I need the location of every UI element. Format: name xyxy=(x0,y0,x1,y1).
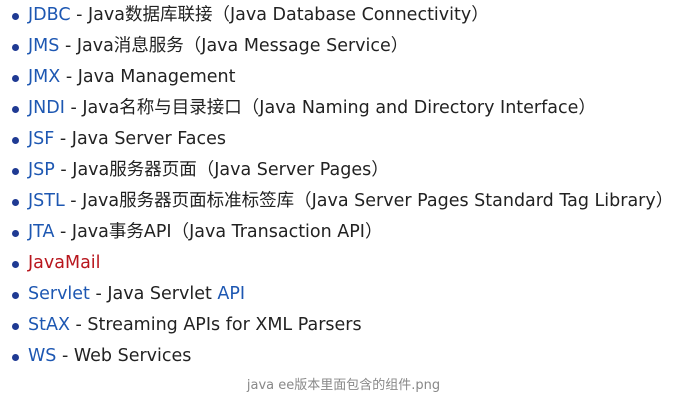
separator: - xyxy=(54,222,72,242)
component-list: JDBC - Java数据库联接（Java Database Connectiv… xyxy=(10,0,680,372)
bullet-icon xyxy=(12,199,19,206)
bullet-icon xyxy=(12,13,19,20)
list-item: JDBC - Java数据库联接（Java Database Connectiv… xyxy=(10,0,680,31)
term-link[interactable]: JSP xyxy=(28,160,55,180)
bullet-icon xyxy=(12,292,19,299)
item-description: Java名称与目录接口（Java Naming and Directory In… xyxy=(82,98,596,118)
bullet-icon xyxy=(12,323,19,330)
list-item: JSTL - Java服务器页面标准标签库（Java Server Pages … xyxy=(10,186,680,217)
list-item: JSP - Java服务器页面（Java Server Pages） xyxy=(10,155,680,186)
separator: - xyxy=(54,160,73,180)
bullet-icon xyxy=(12,106,19,113)
term-link[interactable]: WS xyxy=(28,346,56,366)
term-link[interactable]: JDBC xyxy=(28,5,71,25)
list-item: JMX - Java Management xyxy=(10,62,680,93)
item-description: Web Services xyxy=(73,346,192,366)
item-description: Java消息服务（Java Message Service） xyxy=(76,36,409,56)
bullet-icon xyxy=(12,75,19,82)
term-link[interactable]: JNDI xyxy=(28,98,65,118)
separator: - xyxy=(59,36,77,56)
list-item: StAX - Streaming APIs for XML Parsers xyxy=(10,310,680,341)
separator: - xyxy=(54,129,72,149)
bullet-icon xyxy=(12,354,19,361)
bullet-icon xyxy=(12,137,19,144)
bullet-icon xyxy=(12,44,19,51)
item-description: Java事务API（Java Transaction API） xyxy=(71,222,383,242)
term-link[interactable]: JMS xyxy=(28,36,59,56)
term-link[interactable]: Servlet xyxy=(28,284,90,304)
term-link-missing[interactable]: JavaMail xyxy=(28,253,101,273)
list-item: WS - Web Services xyxy=(10,341,680,372)
list-item: JNDI - Java名称与目录接口（Java Naming and Direc… xyxy=(10,93,680,124)
separator: - xyxy=(64,191,83,211)
bullet-icon xyxy=(12,168,19,175)
term-link[interactable]: JSTL xyxy=(28,191,65,211)
separator: - xyxy=(64,98,83,118)
item-description: Java服务器页面标准标签库（Java Server Pages Standar… xyxy=(82,191,674,211)
item-description: Java Management xyxy=(77,67,236,87)
list-item: JSF - Java Server Faces xyxy=(10,124,680,155)
separator: - xyxy=(60,67,78,87)
item-description: Java服务器页面（Java Server Pages） xyxy=(72,160,389,180)
list-item: JTA - Java事务API（Java Transaction API） xyxy=(10,217,680,248)
list-item: JMS - Java消息服务（Java Message Service） xyxy=(10,31,680,62)
term-link[interactable]: JSF xyxy=(28,129,54,149)
list-item: Servlet - Java Servlet API xyxy=(10,279,680,310)
term-link[interactable]: StAX xyxy=(28,315,70,335)
bullet-icon xyxy=(12,261,19,268)
separator: - xyxy=(56,346,74,366)
item-description: Java Servlet xyxy=(107,284,218,304)
separator: - xyxy=(70,5,89,25)
term-link[interactable]: JTA xyxy=(28,222,54,242)
term-link[interactable]: JMX xyxy=(28,67,60,87)
image-caption: java ee版本里面包含的组件.png xyxy=(246,378,441,393)
list-item: JavaMail xyxy=(10,248,680,279)
item-description: Java数据库联接（Java Database Connectivity） xyxy=(88,5,489,25)
item-description: Streaming APIs for XML Parsers xyxy=(87,315,362,335)
item-description: Java Server Faces xyxy=(71,129,226,149)
bullet-icon xyxy=(12,230,19,237)
separator: - xyxy=(69,315,88,335)
separator: - xyxy=(89,284,108,304)
api-link[interactable]: API xyxy=(217,284,245,304)
